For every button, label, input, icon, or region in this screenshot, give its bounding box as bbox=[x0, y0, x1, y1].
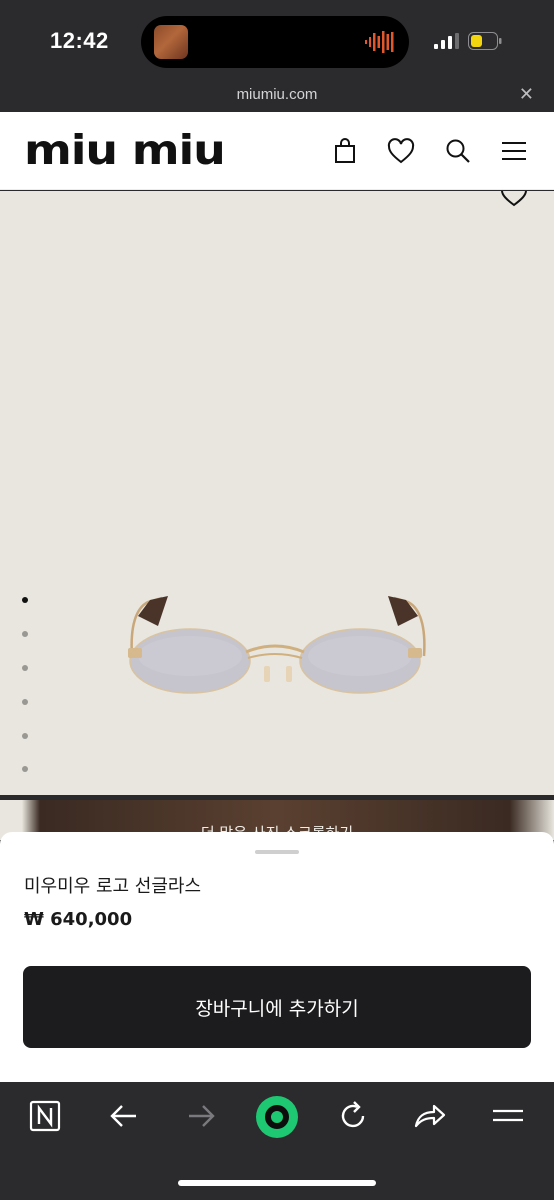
bag-icon[interactable] bbox=[330, 136, 360, 166]
image-indicator-dot[interactable] bbox=[22, 597, 28, 603]
home-indicator[interactable] bbox=[178, 1180, 376, 1186]
menu-icon[interactable] bbox=[499, 136, 529, 166]
product-name: 미우미우 로고 선글라스 bbox=[24, 876, 202, 897]
image-indicator-dot[interactable] bbox=[22, 665, 28, 671]
wishlist-heart-icon[interactable] bbox=[500, 191, 528, 207]
home-circle-icon[interactable] bbox=[255, 1095, 299, 1139]
brand-logo[interactable]: miu miu bbox=[24, 130, 226, 171]
image-indicator-dot[interactable] bbox=[22, 766, 28, 772]
url-text[interactable]: miumiu.com bbox=[0, 86, 554, 103]
sunglasses-image bbox=[128, 596, 426, 694]
product-info-sheet: 미우미우 로고 선글라스 ₩ 640,000 장바구니에 추가하기 bbox=[0, 832, 554, 1082]
sheet-grabber[interactable] bbox=[255, 850, 299, 854]
heart-icon[interactable] bbox=[386, 136, 416, 166]
image-indicator-dot[interactable] bbox=[22, 631, 28, 637]
status-time: 12:42 bbox=[50, 28, 109, 53]
share-icon[interactable] bbox=[412, 1098, 448, 1134]
product-price: ₩ 640,000 bbox=[24, 909, 133, 930]
image-indicator-dot[interactable] bbox=[22, 733, 28, 739]
add-to-cart-button[interactable]: 장바구니에 추가하기 bbox=[23, 966, 531, 1048]
menu-icon[interactable] bbox=[490, 1098, 526, 1134]
image-indicator-dot[interactable] bbox=[22, 699, 28, 705]
site-header: miu miu bbox=[0, 112, 554, 190]
notion-icon[interactable] bbox=[27, 1098, 63, 1134]
reload-icon[interactable] bbox=[335, 1098, 371, 1134]
forward-arrow-icon[interactable] bbox=[183, 1098, 219, 1134]
battery-icon bbox=[468, 32, 502, 50]
dynamic-island[interactable] bbox=[141, 16, 409, 68]
signal-icon bbox=[434, 33, 459, 49]
url-bar[interactable]: miumiu.com ✕ bbox=[0, 82, 554, 112]
audio-waveform-icon bbox=[365, 31, 394, 53]
product-image[interactable] bbox=[0, 191, 554, 795]
now-playing-thumbnail bbox=[154, 25, 188, 59]
status-bar: 12:42 bbox=[0, 0, 554, 82]
close-icon[interactable]: ✕ bbox=[519, 84, 534, 105]
back-arrow-icon[interactable] bbox=[106, 1098, 142, 1134]
search-icon[interactable] bbox=[443, 136, 473, 166]
